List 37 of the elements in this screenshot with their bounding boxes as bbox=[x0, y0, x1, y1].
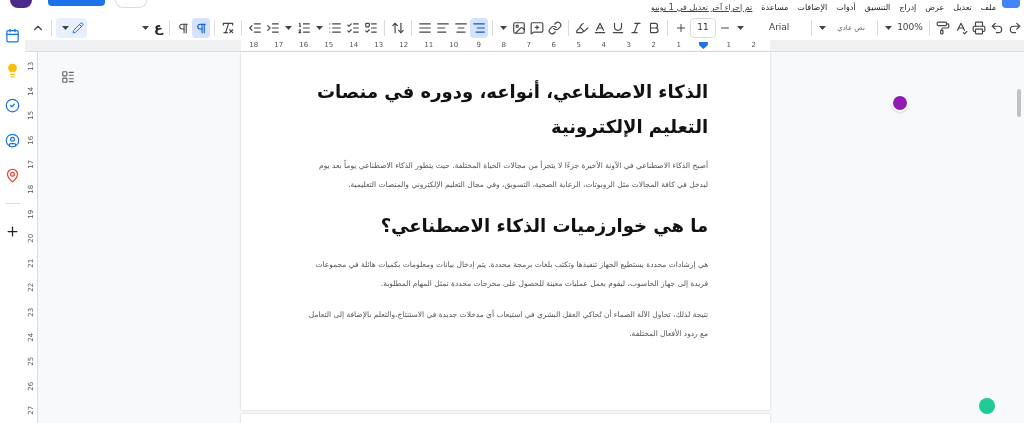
caret-icon[interactable] bbox=[62, 26, 70, 30]
caret-icon[interactable] bbox=[142, 26, 150, 30]
document-heading: الذكاء الاصطناعي، أنواعه، ودوره في منصات التعليم الإلكترونية bbox=[315, 79, 709, 140]
menu-item[interactable]: ملف bbox=[980, 2, 996, 14]
font-size-field[interactable]: 11 bbox=[690, 18, 716, 38]
calendar-icon[interactable] bbox=[5, 28, 21, 43]
menu-item[interactable]: التنسيق bbox=[864, 2, 891, 14]
pencil-icon[interactable] bbox=[72, 22, 85, 34]
caret-icon[interactable] bbox=[737, 26, 744, 30]
account-avatar[interactable] bbox=[10, 0, 32, 8]
font-dropdown[interactable]: Arial bbox=[769, 21, 807, 35]
menu-item[interactable]: الإضافات bbox=[797, 2, 828, 14]
caret-icon[interactable] bbox=[285, 26, 292, 30]
caret-icon[interactable] bbox=[885, 26, 892, 30]
align-right-icon[interactable] bbox=[470, 18, 488, 38]
menu-item[interactable]: تعديل bbox=[953, 2, 972, 14]
link-icon[interactable] bbox=[546, 18, 564, 38]
last-edit-link[interactable]: تم إجراء آخر تعديل في 1 يونيو bbox=[651, 2, 753, 14]
menu-item[interactable]: أدوات bbox=[836, 2, 856, 14]
input-tools-button[interactable]: ع bbox=[152, 18, 165, 38]
document-heading: ما هي خوارزميات الذكاء الاصطناعي؟ bbox=[379, 214, 709, 239]
map-pin-icon[interactable] bbox=[5, 168, 21, 183]
menu-item[interactable]: عرض bbox=[925, 2, 945, 14]
add-icon[interactable] bbox=[5, 224, 21, 239]
zoom-dropdown[interactable]: 100% bbox=[895, 21, 925, 35]
tasks-icon[interactable] bbox=[5, 98, 21, 113]
rtl-paragraph-icon[interactable] bbox=[192, 18, 210, 38]
menu-item[interactable]: مساعدة bbox=[761, 2, 789, 14]
contacts-icon[interactable] bbox=[5, 133, 21, 148]
editing-mode-button[interactable] bbox=[56, 18, 88, 38]
document-outline-icon[interactable] bbox=[61, 70, 76, 84]
caret-icon[interactable] bbox=[316, 26, 323, 30]
indent-marker-icon[interactable] bbox=[699, 42, 709, 49]
scrollbar-thumb[interactable] bbox=[1017, 89, 1021, 117]
menu-item[interactable]: إدراج bbox=[899, 2, 917, 14]
caret-icon[interactable] bbox=[819, 26, 826, 30]
caret-icon[interactable] bbox=[500, 26, 507, 30]
